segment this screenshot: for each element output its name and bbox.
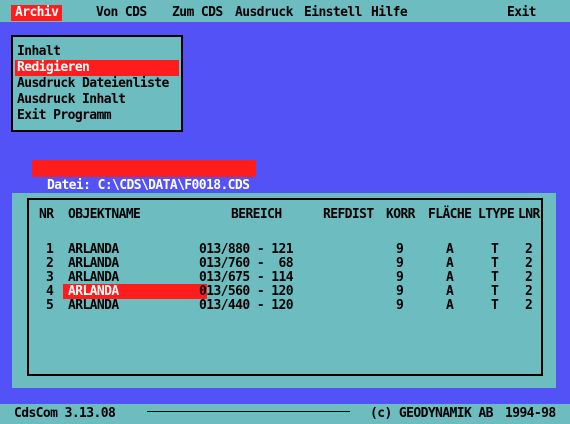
cell-flache[interactable]: A bbox=[446, 298, 454, 314]
menu-zum-cds[interactable]: Zum CDS bbox=[172, 5, 223, 21]
col-header-nr: NR bbox=[39, 207, 54, 222]
cell-objektname[interactable]: ARLANDA bbox=[68, 298, 119, 314]
years-label: 1994-98 bbox=[505, 406, 556, 421]
dropdown-item-ausdruck-inhalt[interactable]: Ausdruck Inhalt bbox=[15, 92, 179, 108]
file-label: Datei: C:\CDS\DATA\F0018.CDS bbox=[32, 160, 256, 193]
dropdown-item-inhalt[interactable]: Inhalt bbox=[15, 44, 179, 60]
cell-nr[interactable]: 5 bbox=[46, 298, 54, 314]
menu-einstell[interactable]: Einstell bbox=[304, 5, 362, 21]
col-header-korr: KORR bbox=[386, 207, 416, 222]
menu-hilfe[interactable]: Hilfe bbox=[371, 5, 408, 21]
status-divider bbox=[147, 411, 350, 412]
cell-lnr[interactable]: 2 bbox=[525, 298, 533, 314]
copyright-label: (c) GEODYNAMIK AB bbox=[370, 406, 493, 421]
menu-archiv[interactable]: Archiv bbox=[11, 5, 63, 21]
dropdown-item-exit-programm[interactable]: Exit Programm bbox=[15, 108, 179, 124]
dropdown-item-ausdruck-dateienliste[interactable]: Ausdruck Dateienliste bbox=[15, 76, 179, 92]
menu-exit[interactable]: Exit bbox=[507, 5, 537, 21]
col-header-ltype: LTYPE bbox=[478, 207, 515, 222]
col-header-bereich: BEREICH bbox=[231, 207, 282, 222]
col-header-refdist: REFDIST bbox=[323, 207, 374, 222]
file-path: Datei: C:\CDS\DATA\F0018.CDS bbox=[47, 178, 250, 193]
menu-ausdruck[interactable]: Ausdruck bbox=[235, 5, 293, 21]
dropdown-item-redigieren[interactable]: Redigieren bbox=[15, 60, 179, 76]
cell-ltype[interactable]: T bbox=[491, 298, 499, 314]
cell-korr[interactable]: 9 bbox=[396, 298, 404, 314]
col-header-objektname: OBJEKTNAME bbox=[68, 207, 141, 222]
menu-von-cds[interactable]: Von CDS bbox=[96, 5, 147, 21]
cell-bereich[interactable]: 013/440 - 120 bbox=[199, 298, 294, 314]
version-label: CdsCom 3.13.08 bbox=[14, 406, 116, 421]
col-header-flache: FLÄCHE bbox=[428, 207, 472, 222]
archiv-dropdown: Inhalt Redigieren Ausdruck Dateienliste … bbox=[11, 35, 183, 132]
col-header-lnr: LNR bbox=[518, 207, 540, 222]
